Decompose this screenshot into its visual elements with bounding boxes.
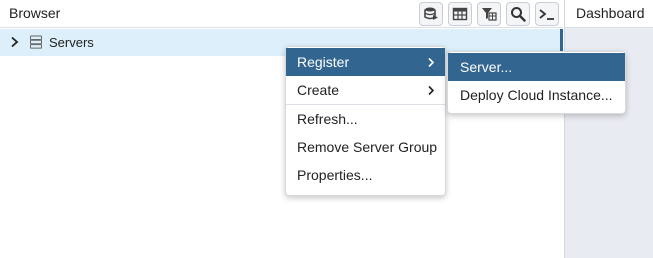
context-menu: Register Create Refresh... Remove Server… bbox=[285, 46, 446, 196]
search-icon bbox=[511, 7, 526, 22]
chevron-right-icon bbox=[428, 57, 435, 68]
menu-item-deploy-cloud-instance[interactable]: Deploy Cloud Instance... bbox=[448, 81, 625, 109]
register-submenu: Server... Deploy Cloud Instance... bbox=[447, 51, 626, 114]
menu-item-label: Server... bbox=[460, 59, 513, 75]
menu-item-register[interactable]: Register bbox=[286, 48, 445, 76]
browser-title: Browser bbox=[9, 5, 61, 21]
browser-toolbar bbox=[419, 2, 559, 26]
view-data-button[interactable] bbox=[448, 2, 472, 26]
menu-item-label: Create bbox=[297, 82, 340, 98]
view-data-icon bbox=[452, 7, 468, 21]
psql-tool-button[interactable] bbox=[535, 2, 559, 26]
query-tool-button[interactable] bbox=[419, 2, 443, 26]
menu-item-label: Register bbox=[297, 54, 350, 70]
menu-item-label: Properties... bbox=[297, 167, 373, 183]
filter-rows-button[interactable] bbox=[477, 2, 501, 26]
menu-item-label: Refresh... bbox=[297, 111, 358, 127]
tree-item-label: Servers bbox=[49, 35, 94, 50]
menu-item-properties[interactable]: Properties... bbox=[286, 161, 445, 189]
menu-item-refresh[interactable]: Refresh... bbox=[286, 105, 445, 133]
menu-item-label: Remove Server Group bbox=[297, 139, 438, 155]
server-group-icon bbox=[30, 35, 42, 49]
menu-item-server[interactable]: Server... bbox=[448, 53, 625, 81]
browser-header: Browser bbox=[0, 0, 563, 28]
tab-dashboard[interactable]: Dashboard bbox=[576, 5, 645, 21]
dashboard-header: Dashboard bbox=[565, 0, 653, 28]
psql-tool-icon bbox=[539, 9, 554, 20]
chevron-right-icon bbox=[428, 85, 435, 96]
query-tool-icon bbox=[424, 7, 438, 20]
menu-item-remove-server-group[interactable]: Remove Server Group bbox=[286, 133, 445, 161]
menu-item-label: Deploy Cloud Instance... bbox=[460, 87, 613, 103]
search-objects-button[interactable] bbox=[506, 2, 530, 26]
browser-panel: Browser Servers bbox=[0, 0, 563, 258]
menu-item-create[interactable]: Create bbox=[286, 76, 445, 104]
dashboard-panel: Dashboard bbox=[564, 0, 653, 258]
filter-rows-icon bbox=[482, 8, 497, 21]
chevron-right-icon[interactable] bbox=[10, 36, 20, 48]
